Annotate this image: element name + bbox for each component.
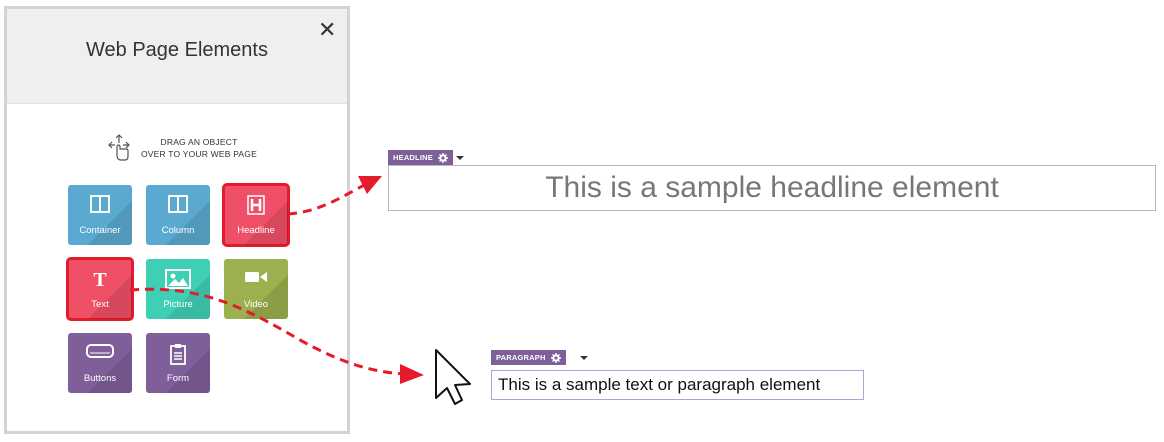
drag-arrow-text	[129, 287, 406, 376]
cursor-icon	[435, 349, 471, 405]
arrowhead	[400, 364, 424, 384]
drag-arrows-overlay	[129, 176, 471, 405]
drag-arrow-headline	[287, 181, 369, 216]
